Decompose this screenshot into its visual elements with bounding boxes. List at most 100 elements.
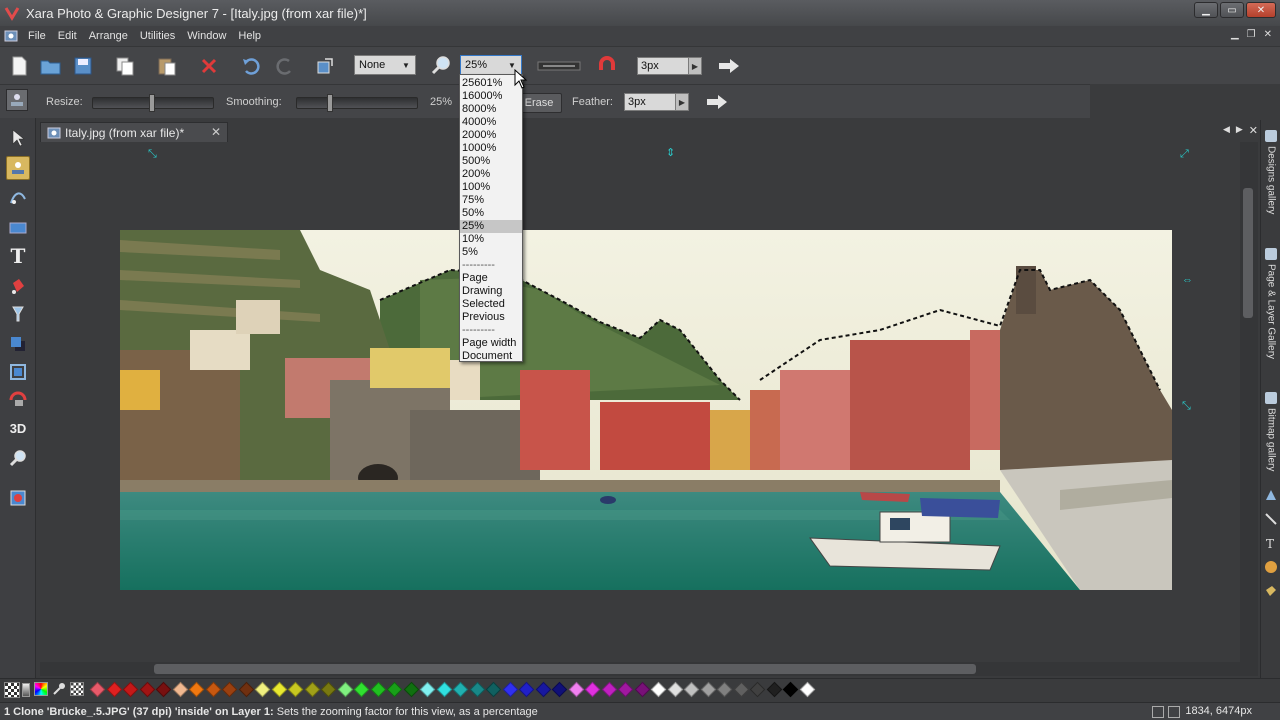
freehand-tool-icon[interactable]	[6, 186, 30, 210]
zoom-option[interactable]: 200%	[460, 168, 522, 181]
color-swatch[interactable]	[733, 681, 749, 698]
color-swatch[interactable]	[221, 681, 238, 698]
color-swatch[interactable]	[485, 681, 502, 698]
zoom-option[interactable]: 50%	[460, 207, 522, 220]
menu-window[interactable]: Window	[181, 30, 232, 42]
fill-gallery-icon[interactable]	[1264, 488, 1278, 502]
menu-file[interactable]: File	[22, 30, 52, 42]
font-gallery-icon[interactable]: T	[1264, 536, 1278, 550]
zoom-option[interactable]: 4000%	[460, 116, 522, 129]
color-swatch[interactable]	[419, 681, 436, 698]
fill-tool-icon[interactable]	[6, 274, 30, 298]
color-swatch[interactable]	[518, 681, 535, 698]
color-swatch[interactable]	[749, 681, 766, 698]
color-swatch[interactable]	[89, 681, 106, 698]
menu-arrange[interactable]: Arrange	[83, 30, 134, 42]
zoom-option[interactable]: Document	[460, 350, 522, 363]
zoom-option[interactable]: Page	[460, 272, 522, 285]
horizontal-scroll-thumb[interactable]	[154, 664, 976, 674]
color-swatch[interactable]	[205, 681, 221, 698]
drawing-canvas[interactable]: ⤡ ⇕ ⤢ ⇔ ⇔ ⤡	[40, 142, 1240, 662]
zoom-tool-icon[interactable]	[430, 55, 452, 77]
zoom-option[interactable]: Selected	[460, 298, 522, 311]
doc-minimize-icon[interactable]: ▁	[1231, 29, 1239, 40]
zoom-option[interactable]: 5%	[460, 246, 522, 259]
zoom-option[interactable]: 8000%	[460, 103, 522, 116]
zoom-option[interactable]: Previous	[460, 311, 522, 324]
rotate-handle-icon[interactable]: ⤢	[1180, 148, 1189, 161]
paste-icon[interactable]	[156, 55, 178, 77]
color-swatch[interactable]	[287, 681, 304, 698]
color-swatch[interactable]	[370, 681, 386, 698]
quality-combo[interactable]: None ▼	[354, 55, 416, 75]
color-swatch[interactable]	[188, 681, 205, 698]
zoom-tool-icon[interactable]	[6, 446, 30, 470]
color-swatch[interactable]	[254, 681, 271, 698]
color-swatch[interactable]	[353, 681, 370, 698]
rotate-handle-icon[interactable]: ⤡	[1182, 400, 1191, 413]
color-swatch[interactable]	[716, 681, 733, 698]
photo-tool-icon[interactable]	[6, 89, 28, 111]
shadow-tool-icon[interactable]	[6, 332, 30, 356]
color-swatch[interactable]	[634, 681, 650, 698]
color-swatch[interactable]	[568, 681, 584, 698]
menu-edit[interactable]: Edit	[52, 30, 83, 42]
close-icon[interactable]: ✕	[1246, 2, 1276, 18]
color-swatch[interactable]	[337, 681, 353, 698]
color-swatch[interactable]	[535, 681, 551, 698]
transparent-swatch-icon[interactable]	[70, 682, 84, 696]
color-swatch[interactable]	[584, 681, 601, 698]
copy-icon[interactable]	[114, 55, 136, 77]
photo-tool-icon[interactable]	[6, 156, 30, 180]
color-line-options-icon[interactable]	[22, 683, 30, 697]
open-icon[interactable]	[40, 55, 62, 77]
skew-handle-icon[interactable]: ⇔	[1182, 274, 1193, 286]
zoom-dropdown-list[interactable]: 25601% 16000% 8000% 4000% 2000% 1000% 500% 200%…	[459, 74, 523, 362]
skew-handle-icon[interactable]: ⇕	[666, 146, 675, 159]
color-swatch[interactable]	[304, 681, 320, 698]
color-swatch[interactable]	[617, 681, 634, 698]
minimize-icon[interactable]: ▁	[1194, 2, 1218, 18]
color-swatch[interactable]	[139, 681, 155, 698]
color-swatch[interactable]	[320, 681, 337, 698]
resize-slider-thumb[interactable]	[149, 94, 155, 112]
doc-restore-icon[interactable]: ❐	[1247, 29, 1256, 40]
delete-icon[interactable]	[198, 55, 220, 77]
color-swatch[interactable]	[782, 681, 799, 698]
color-swatch[interactable]	[122, 681, 139, 698]
zoom-option[interactable]: 10%	[460, 233, 522, 246]
color-swatch[interactable]	[106, 681, 122, 698]
3d-extrude-tool-icon[interactable]: 3D	[6, 416, 30, 440]
color-swatch[interactable]	[452, 681, 469, 698]
color-swatch[interactable]	[683, 681, 700, 698]
magnet-snap-icon[interactable]	[596, 55, 618, 77]
apply-arrow-icon[interactable]	[718, 55, 740, 77]
color-swatch[interactable]	[469, 681, 485, 698]
save-icon[interactable]	[72, 55, 94, 77]
no-color-icon[interactable]	[4, 682, 20, 698]
transform-icon[interactable]	[314, 55, 336, 77]
color-swatch[interactable]	[155, 681, 172, 698]
menu-utilities[interactable]: Utilities	[134, 30, 181, 42]
width-field[interactable]: 3px ▶	[637, 57, 702, 75]
page-indicator-icon[interactable]	[1168, 706, 1180, 718]
line-width-icon[interactable]	[536, 55, 582, 77]
bitmap-gallery-tab[interactable]: Bitmap gallery	[1263, 392, 1279, 482]
color-editor-icon[interactable]	[34, 682, 48, 696]
horizontal-scrollbar[interactable]	[40, 662, 1258, 676]
snap-indicator-icon[interactable]	[1152, 706, 1164, 718]
zoom-option[interactable]: 1000%	[460, 142, 522, 155]
photo-vernazza[interactable]	[120, 230, 1172, 590]
rectangle-tool-icon[interactable]	[6, 216, 30, 240]
color-swatch[interactable]	[502, 681, 518, 698]
color-swatch[interactable]	[386, 681, 403, 698]
live-effects-tool-icon[interactable]	[6, 486, 30, 510]
apply-arrow-icon[interactable]	[706, 91, 728, 113]
undo-icon[interactable]	[240, 55, 262, 77]
name-gallery-icon[interactable]	[1264, 584, 1278, 598]
feather-field[interactable]: 3px ▶	[624, 93, 689, 111]
zoom-combo[interactable]: 25% ▼	[460, 55, 522, 75]
maximize-icon[interactable]: ▭	[1220, 2, 1244, 18]
color-swatch[interactable]	[403, 681, 419, 698]
zoom-option[interactable]: 100%	[460, 181, 522, 194]
